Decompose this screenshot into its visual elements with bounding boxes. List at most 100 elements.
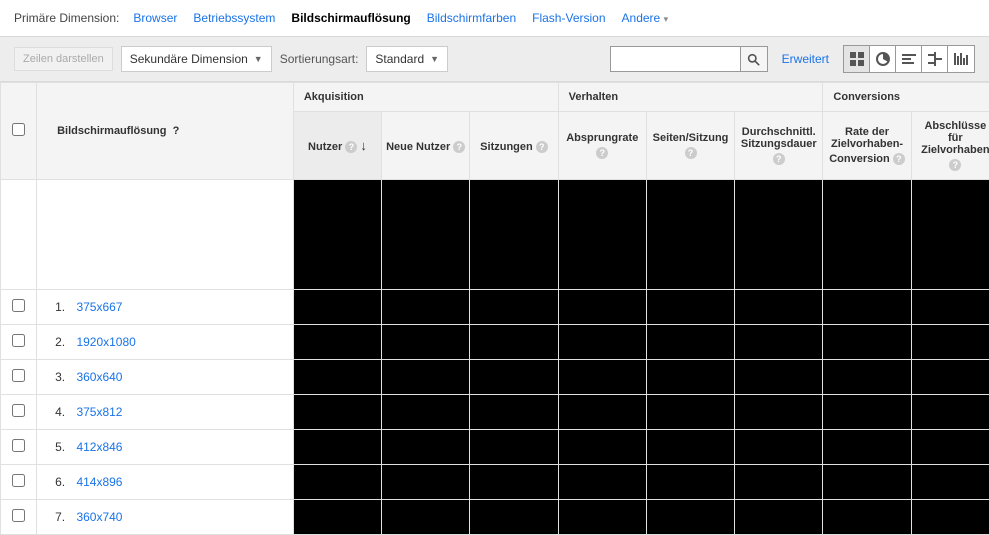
help-icon[interactable]: ? — [596, 147, 608, 159]
tab-flash[interactable]: Flash-Version — [526, 7, 611, 29]
redacted-cell — [470, 395, 558, 430]
secondary-dimension-label: Sekundäre Dimension — [130, 52, 248, 66]
redacted-cell — [823, 430, 911, 465]
row-index: 1. — [55, 300, 73, 314]
view-pie-button[interactable] — [870, 46, 896, 72]
sort-dropdown[interactable]: Standard ▼ — [366, 46, 448, 72]
view-switcher — [843, 45, 975, 73]
redacted-cell — [646, 325, 734, 360]
toolbar: Zeilen darstellen Sekundäre Dimension ▼ … — [0, 36, 989, 82]
redacted-cell — [470, 290, 558, 325]
row-checkbox[interactable] — [12, 509, 25, 522]
row-checkbox[interactable] — [12, 474, 25, 487]
redacted-cell — [293, 325, 381, 360]
column-header[interactable]: Durchschnittl. Sitzungsdauer ? — [735, 112, 823, 180]
redacted-cell — [735, 325, 823, 360]
redacted-cell — [646, 500, 734, 535]
dimension-link[interactable]: 375x667 — [76, 300, 122, 314]
table-row: 4. 375x812 — [1, 395, 989, 430]
column-header[interactable]: Nutzer ? ↓ — [293, 112, 381, 180]
tab-screencolors[interactable]: Bildschirmfarben — [421, 7, 522, 29]
redacted-cell — [558, 465, 646, 500]
row-index: 7. — [55, 510, 73, 524]
redacted-cell — [823, 500, 911, 535]
redacted-cell — [382, 360, 470, 395]
row-index: 6. — [55, 475, 73, 489]
search-icon — [747, 53, 760, 66]
view-bar-button[interactable] — [896, 46, 922, 72]
row-checkbox[interactable] — [12, 299, 25, 312]
row-checkbox[interactable] — [12, 404, 25, 417]
table-row: 2. 1920x1080 — [1, 325, 989, 360]
tab-os[interactable]: Betriebssystem — [187, 7, 281, 29]
data-table: Bildschirmauflösung ? Akquisition Verhal… — [0, 82, 989, 535]
redacted-cell — [382, 290, 470, 325]
redacted-cell — [646, 180, 734, 290]
row-checkbox[interactable] — [12, 334, 25, 347]
bar-icon — [902, 52, 916, 66]
redacted-cell — [558, 180, 646, 290]
column-header[interactable]: Rate der Zielvorhaben-Conversion ? — [823, 112, 911, 180]
help-icon[interactable]: ? — [949, 159, 961, 171]
help-icon[interactable]: ? — [773, 153, 785, 165]
redacted-cell — [470, 180, 558, 290]
redacted-cell — [823, 360, 911, 395]
help-icon[interactable]: ? — [893, 153, 905, 165]
row-checkbox[interactable] — [12, 369, 25, 382]
tab-other[interactable]: Andere ▾ — [616, 7, 675, 29]
redacted-cell — [646, 360, 734, 395]
column-header[interactable]: Neue Nutzer ? — [382, 112, 470, 180]
redacted-cell — [823, 465, 911, 500]
pie-icon — [876, 52, 890, 66]
help-icon[interactable]: ? — [173, 125, 180, 137]
chevron-down-icon: ▾ — [664, 14, 669, 24]
dimension-link[interactable]: 360x740 — [76, 510, 122, 524]
redacted-cell — [293, 360, 381, 395]
view-table-button[interactable] — [844, 46, 870, 72]
dimension-link[interactable]: 375x812 — [76, 405, 122, 419]
redacted-cell — [293, 430, 381, 465]
column-header[interactable]: Absprungrate ? — [558, 112, 646, 180]
row-index: 5. — [55, 440, 73, 454]
help-icon[interactable]: ? — [453, 141, 465, 153]
redacted-cell — [470, 430, 558, 465]
redacted-cell — [911, 395, 989, 430]
dimension-link[interactable]: 414x896 — [76, 475, 122, 489]
dimension-header[interactable]: Bildschirmauflösung ? — [37, 83, 294, 180]
redacted-cell — [911, 325, 989, 360]
redacted-cell — [470, 465, 558, 500]
primary-dimension-label: Primäre Dimension: — [14, 11, 119, 25]
secondary-dimension-dropdown[interactable]: Sekundäre Dimension ▼ — [121, 46, 272, 72]
tab-screenres[interactable]: Bildschirmauflösung — [285, 7, 416, 29]
help-icon[interactable]: ? — [685, 147, 697, 159]
redacted-cell — [382, 430, 470, 465]
table-row: 5. 412x846 — [1, 430, 989, 465]
dimension-link[interactable]: 1920x1080 — [76, 335, 135, 349]
advanced-link[interactable]: Erweitert — [782, 52, 829, 66]
dimension-link[interactable]: 412x846 — [76, 440, 122, 454]
search-button[interactable] — [740, 46, 768, 72]
help-icon[interactable]: ? — [345, 141, 357, 153]
view-pivot-button[interactable] — [948, 46, 974, 72]
redacted-cell — [558, 290, 646, 325]
view-comparison-button[interactable] — [922, 46, 948, 72]
chevron-down-icon: ▼ — [430, 54, 439, 64]
redacted-cell — [911, 430, 989, 465]
dimension-link[interactable]: 360x640 — [76, 370, 122, 384]
select-all-checkbox[interactable] — [12, 123, 25, 136]
redacted-cell — [735, 290, 823, 325]
column-header[interactable]: Abschlüsse für Zielvorhaben ? — [911, 112, 989, 180]
redacted-cell — [646, 465, 734, 500]
column-header[interactable]: Seiten/Sitzung ? — [646, 112, 734, 180]
table-row: 1. 375x667 — [1, 290, 989, 325]
row-checkbox[interactable] — [12, 439, 25, 452]
redacted-cell — [558, 395, 646, 430]
tab-browser[interactable]: Browser — [127, 7, 183, 29]
row-index: 2. — [55, 335, 73, 349]
search-input[interactable] — [610, 46, 740, 72]
help-icon[interactable]: ? — [536, 141, 548, 153]
select-all-header — [1, 83, 37, 180]
column-header[interactable]: Sitzungen ? — [470, 112, 558, 180]
primary-dimension-tabs: Primäre Dimension: Browser Betriebssyste… — [0, 0, 989, 36]
row-index: 4. — [55, 405, 73, 419]
